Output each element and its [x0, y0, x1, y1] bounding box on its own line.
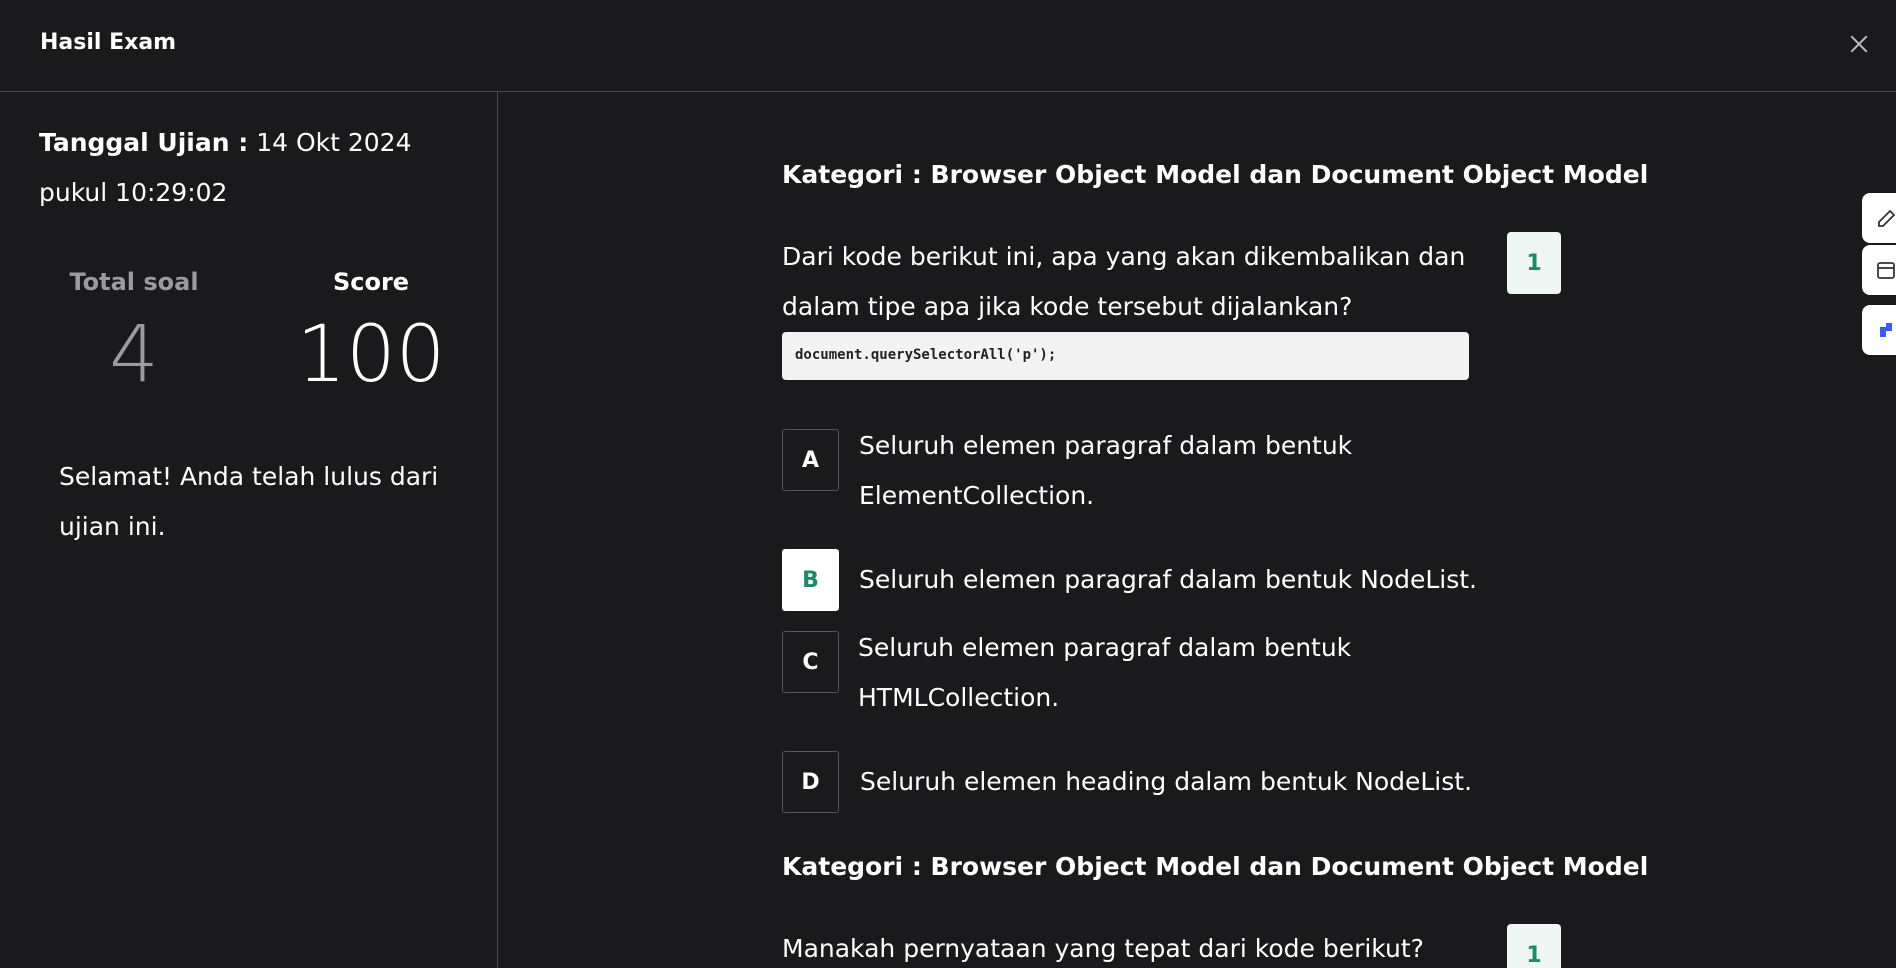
option-text: Seluruh elemen paragraf dalam bentuk Ele…: [859, 431, 1353, 510]
close-icon[interactable]: [1840, 26, 1876, 62]
calendar-icon: [1877, 262, 1895, 279]
option-text: Seluruh elemen heading dalam bentuk Node…: [860, 767, 1473, 796]
total-questions-stat: Total soal 4: [34, 268, 234, 394]
question-number-badge: 1: [1507, 232, 1561, 294]
summary-panel: Tanggal Ujian : 14 Okt 2024 pukul 10:29:…: [0, 92, 498, 968]
option-letter: B: [782, 549, 839, 611]
questions-panel[interactable]: Kategori : Browser Object Model dan Docu…: [499, 92, 1896, 968]
pass-message: Selamat! Anda telah lulus dari ujian ini…: [59, 462, 439, 541]
puzzle-icon: [1880, 323, 1892, 337]
puzzle-tab[interactable]: [1862, 305, 1896, 355]
edit-tab[interactable]: [1862, 193, 1896, 243]
option-letter: A: [782, 429, 839, 491]
question-category: Kategori : Browser Object Model dan Docu…: [782, 160, 1649, 189]
modal-title: Hasil Exam: [40, 30, 177, 55]
option-text: Seluruh elemen paragraf dalam bentuk Nod…: [859, 565, 1478, 594]
question-text: Dari kode berikut ini, apa yang akan dik…: [782, 242, 1466, 321]
calendar-tab[interactable]: [1862, 245, 1896, 295]
option-letter: C: [782, 631, 839, 693]
total-questions-value: 4: [109, 310, 159, 400]
score-value: 100: [296, 310, 446, 400]
score-label: Score: [332, 268, 410, 296]
code-snippet: document.querySelectorAll('p');: [782, 332, 1469, 380]
edit-icon: [1878, 209, 1896, 227]
total-questions-label: Total soal: [69, 268, 199, 296]
option-text: Seluruh elemen paragraf dalam bentuk HTM…: [858, 633, 1352, 712]
option-letter: D: [782, 751, 839, 813]
question-text: Manakah pernyataan yang tepat dari kode …: [782, 934, 1424, 963]
exam-date-label: Tanggal Ujian :: [39, 128, 249, 157]
question-number-badge: 1: [1507, 924, 1561, 968]
question-category: Kategori : Browser Object Model dan Docu…: [782, 852, 1649, 881]
score-stat: Score 100: [271, 268, 471, 394]
exam-date: Tanggal Ujian : 14 Okt 2024 pukul 10:29:…: [39, 118, 459, 218]
modal-header: Hasil Exam: [0, 0, 1896, 92]
